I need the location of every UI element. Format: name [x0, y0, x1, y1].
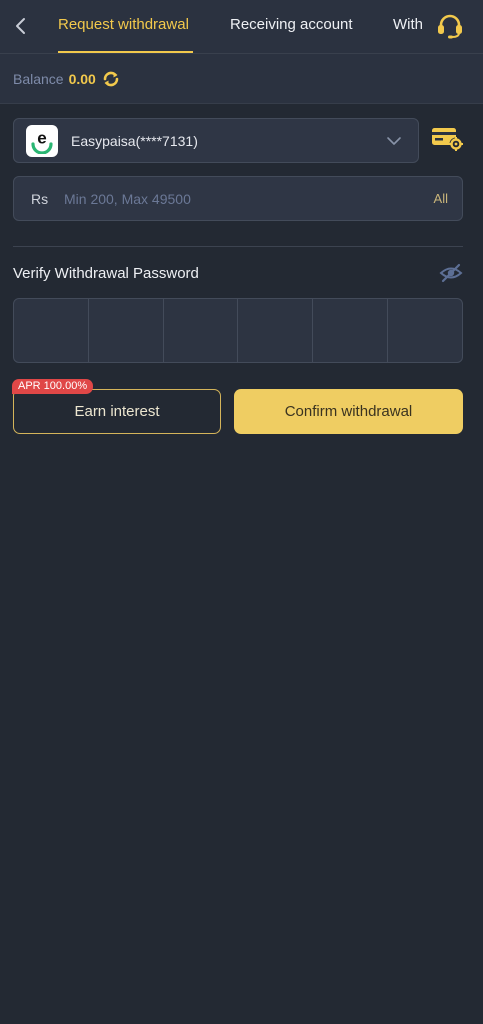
currency-label: Rs	[31, 190, 49, 207]
earn-interest-button[interactable]: Earn interest	[13, 389, 221, 434]
easypaisa-logo-icon: e	[26, 124, 58, 157]
tab-request-withdrawal[interactable]: Request withdrawal	[58, 16, 189, 33]
card-settings-icon	[432, 128, 463, 151]
amount-input[interactable]	[64, 190, 434, 207]
verify-password-label: Verify Withdrawal Password	[13, 265, 199, 282]
password-digit-cell[interactable]	[14, 299, 89, 362]
password-digit-cell[interactable]	[238, 299, 314, 362]
withdrawal-screen: Request withdrawal Receiving account Wit…	[0, 0, 483, 1024]
svg-text:e: e	[37, 128, 46, 147]
password-input-grid[interactable]	[13, 298, 463, 363]
headset-icon	[438, 14, 462, 39]
apr-badge: APR 100.00%	[12, 379, 94, 394]
account-select[interactable]: e Easypaisa(****7131)	[13, 118, 419, 163]
top-tab-bar: Request withdrawal Receiving account Wit…	[0, 0, 483, 54]
back-button[interactable]	[8, 12, 34, 40]
amount-field: Rs All	[13, 176, 463, 221]
divider	[13, 246, 463, 247]
refresh-icon	[103, 71, 119, 86]
chevron-left-icon	[16, 18, 25, 34]
balance-value: 0.00	[68, 70, 96, 87]
balance-bar: Balance 0.00	[0, 54, 483, 104]
refresh-balance-button[interactable]	[101, 69, 121, 89]
account-name: Easypaisa(****7131)	[71, 132, 198, 149]
eye-slash-icon	[439, 263, 463, 283]
tab-withdrawal-history[interactable]: With	[393, 16, 423, 33]
balance-label: Balance	[13, 70, 64, 87]
confirm-withdrawal-button[interactable]: Confirm withdrawal	[234, 389, 463, 434]
customer-support-button[interactable]	[434, 11, 466, 41]
all-amount-button[interactable]: All	[434, 191, 448, 206]
toggle-password-visibility-button[interactable]	[439, 263, 463, 283]
chevron-down-icon	[387, 137, 401, 145]
manage-cards-button[interactable]	[431, 125, 465, 153]
active-tab-indicator	[58, 51, 193, 53]
password-digit-cell[interactable]	[164, 299, 239, 362]
password-digit-cell[interactable]	[313, 299, 389, 362]
password-digit-cell[interactable]	[89, 299, 164, 362]
password-digit-cell[interactable]	[388, 299, 462, 362]
tab-receiving-account[interactable]: Receiving account	[230, 16, 353, 33]
